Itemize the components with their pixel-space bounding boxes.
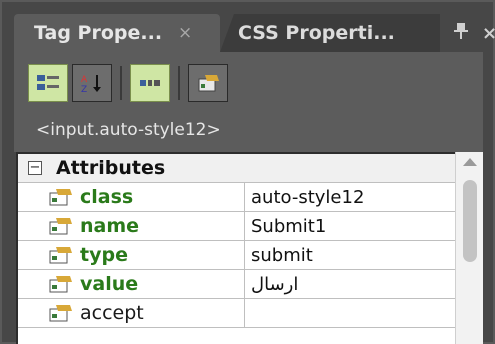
close-panel-icon[interactable]: × bbox=[482, 23, 495, 44]
sort-alphabetical-icon: AZ bbox=[81, 75, 101, 93]
attribute-name: accept bbox=[80, 302, 144, 324]
toolbar-separator bbox=[120, 66, 122, 100]
attribute-value[interactable]: submit bbox=[244, 241, 469, 269]
attribute-value[interactable]: ارسال bbox=[244, 270, 469, 298]
attribute-name: value bbox=[80, 273, 139, 295]
collapse-icon[interactable]: − bbox=[28, 161, 42, 175]
show-set-properties-button[interactable] bbox=[130, 64, 170, 102]
sort-alphabetical-button[interactable]: AZ bbox=[72, 64, 112, 102]
attribute-icon bbox=[49, 218, 72, 235]
attribute-name: class bbox=[80, 186, 134, 208]
panel-tab-bar: Tag Prope... × CSS Properti... × bbox=[14, 14, 495, 52]
attribute-icon bbox=[49, 276, 72, 293]
edit-attribute-icon bbox=[198, 75, 219, 92]
toolbar-separator bbox=[178, 66, 180, 100]
scrollbar-thumb[interactable] bbox=[463, 180, 477, 262]
attribute-name-cell: name bbox=[48, 212, 244, 240]
attribute-row-accept[interactable]: accept bbox=[18, 299, 469, 328]
attribute-grid: − Attributes class auto-style12 name Sub… bbox=[16, 152, 470, 344]
attribute-icon bbox=[49, 189, 72, 206]
edit-attribute-button[interactable] bbox=[188, 64, 228, 102]
attribute-icon bbox=[49, 305, 72, 322]
attribute-name-cell: class bbox=[48, 183, 244, 211]
category-row-attributes[interactable]: − Attributes bbox=[18, 154, 469, 183]
svg-text:Z: Z bbox=[81, 85, 87, 93]
svg-text:A: A bbox=[81, 75, 88, 85]
attribute-name: type bbox=[80, 244, 128, 266]
attribute-name-cell: type bbox=[48, 241, 244, 269]
pin-icon[interactable] bbox=[454, 22, 468, 45]
attribute-name: name bbox=[80, 215, 140, 237]
show-set-properties-icon bbox=[140, 80, 160, 86]
selected-tag-path: <input.auto-style12> bbox=[36, 120, 221, 140]
vertical-scrollbar[interactable] bbox=[455, 152, 483, 344]
attribute-row-class[interactable]: class auto-style12 bbox=[18, 183, 469, 212]
tab-css-properties[interactable]: CSS Properti... bbox=[220, 14, 440, 52]
attribute-name-cell: value bbox=[48, 270, 244, 298]
attribute-value[interactable] bbox=[244, 299, 469, 327]
attribute-value[interactable]: auto-style12 bbox=[244, 183, 469, 211]
scroll-up-arrow-icon[interactable] bbox=[463, 158, 477, 166]
attribute-value[interactable]: Submit1 bbox=[244, 212, 469, 240]
attribute-name-cell: accept bbox=[48, 299, 244, 327]
tag-properties-panel: Tag Prope... × CSS Properti... × AZ <inp… bbox=[0, 0, 495, 344]
attribute-row-name[interactable]: name Submit1 bbox=[18, 212, 469, 241]
attribute-row-type[interactable]: type submit bbox=[18, 241, 469, 270]
category-title: Attributes bbox=[56, 157, 166, 179]
attribute-row-value[interactable]: value ارسال bbox=[18, 270, 469, 299]
tab-tag-properties[interactable]: Tag Prope... × bbox=[14, 14, 220, 52]
toolbar-area: AZ <input.auto-style12> bbox=[14, 52, 483, 152]
attribute-icon bbox=[49, 247, 72, 264]
tab-label: Tag Prope... bbox=[34, 22, 163, 44]
panel-window-controls: × bbox=[454, 14, 495, 52]
tab-close-icon[interactable]: × bbox=[178, 23, 192, 43]
tab-label: CSS Properti... bbox=[238, 22, 395, 44]
categorized-view-button[interactable] bbox=[28, 64, 68, 102]
categorized-view-icon bbox=[37, 75, 59, 90]
